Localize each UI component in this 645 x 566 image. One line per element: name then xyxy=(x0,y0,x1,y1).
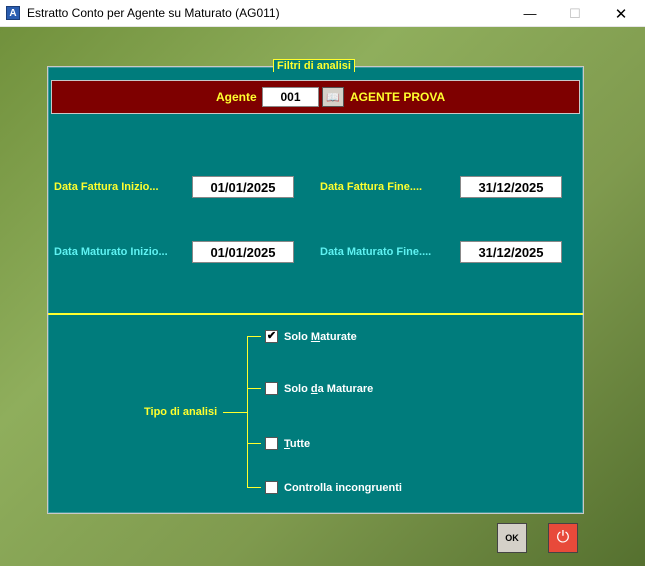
title-bar: A Estratto Conto per Agente su Maturato … xyxy=(0,0,645,27)
fattura-fine-input[interactable]: 31/12/2025 xyxy=(460,176,562,198)
maturato-fine-label: Data Maturato Fine.... xyxy=(320,246,432,258)
agent-bar: Agente 001 📖 AGENTE PROVA xyxy=(51,80,580,114)
maturato-fine-input[interactable]: 31/12/2025 xyxy=(460,241,562,263)
tree-branch xyxy=(247,443,261,444)
minimize-button[interactable]: — xyxy=(507,0,553,27)
tree-trunk xyxy=(247,336,248,487)
checkbox-unchecked[interactable] xyxy=(265,437,278,450)
power-icon[interactable]: ⏻ xyxy=(548,523,578,553)
agent-name: AGENTE PROVA xyxy=(350,90,446,104)
close-button[interactable]: ✕ xyxy=(598,0,644,27)
fattura-inizio-input[interactable]: 01/01/2025 xyxy=(192,176,294,198)
tree-connector xyxy=(223,412,247,413)
option-solo-da-maturare[interactable]: Solo da Maturare xyxy=(265,382,373,395)
maturato-inizio-label: Data Maturato Inizio... xyxy=(54,246,168,258)
ok-button[interactable]: OK xyxy=(497,523,527,553)
maturato-inizio-input[interactable]: 01/01/2025 xyxy=(192,241,294,263)
filters-panel: Filtri di analisi Agente 001 📖 AGENTE PR… xyxy=(47,59,584,514)
option-label: Solo da Maturare xyxy=(284,382,374,395)
tree-branch xyxy=(247,388,261,389)
option-controlla-incongruenti[interactable]: Controlla incongruenti xyxy=(265,481,402,494)
checkbox-unchecked[interactable] xyxy=(265,481,278,494)
panel-title: Filtri di analisi xyxy=(273,59,355,72)
tree-branch xyxy=(247,336,261,337)
window-title: Estratto Conto per Agente su Maturato (A… xyxy=(27,6,280,20)
option-solo-maturate[interactable]: ✔ Solo Maturate xyxy=(265,330,357,343)
checkbox-checked[interactable]: ✔ xyxy=(265,330,278,343)
tipo-analisi-label: Tipo di analisi xyxy=(144,406,218,418)
agent-code-input[interactable]: 001 xyxy=(262,87,319,107)
checkbox-unchecked[interactable] xyxy=(265,382,278,395)
option-label: Controlla incongruenti xyxy=(284,481,402,494)
fattura-inizio-label: Data Fattura Inizio... xyxy=(54,181,159,193)
app-icon: A xyxy=(6,6,20,20)
tree-branch xyxy=(247,487,261,488)
option-label: Solo Maturate xyxy=(284,330,357,343)
book-icon[interactable]: 📖 xyxy=(322,87,344,107)
fattura-fine-label: Data Fattura Fine.... xyxy=(320,181,423,193)
section-divider xyxy=(48,313,583,315)
option-tutte[interactable]: Tutte xyxy=(265,437,310,450)
maximize-button[interactable]: ☐ xyxy=(552,0,598,27)
option-label: Tutte xyxy=(284,437,311,450)
agent-label: Agente xyxy=(216,90,257,104)
